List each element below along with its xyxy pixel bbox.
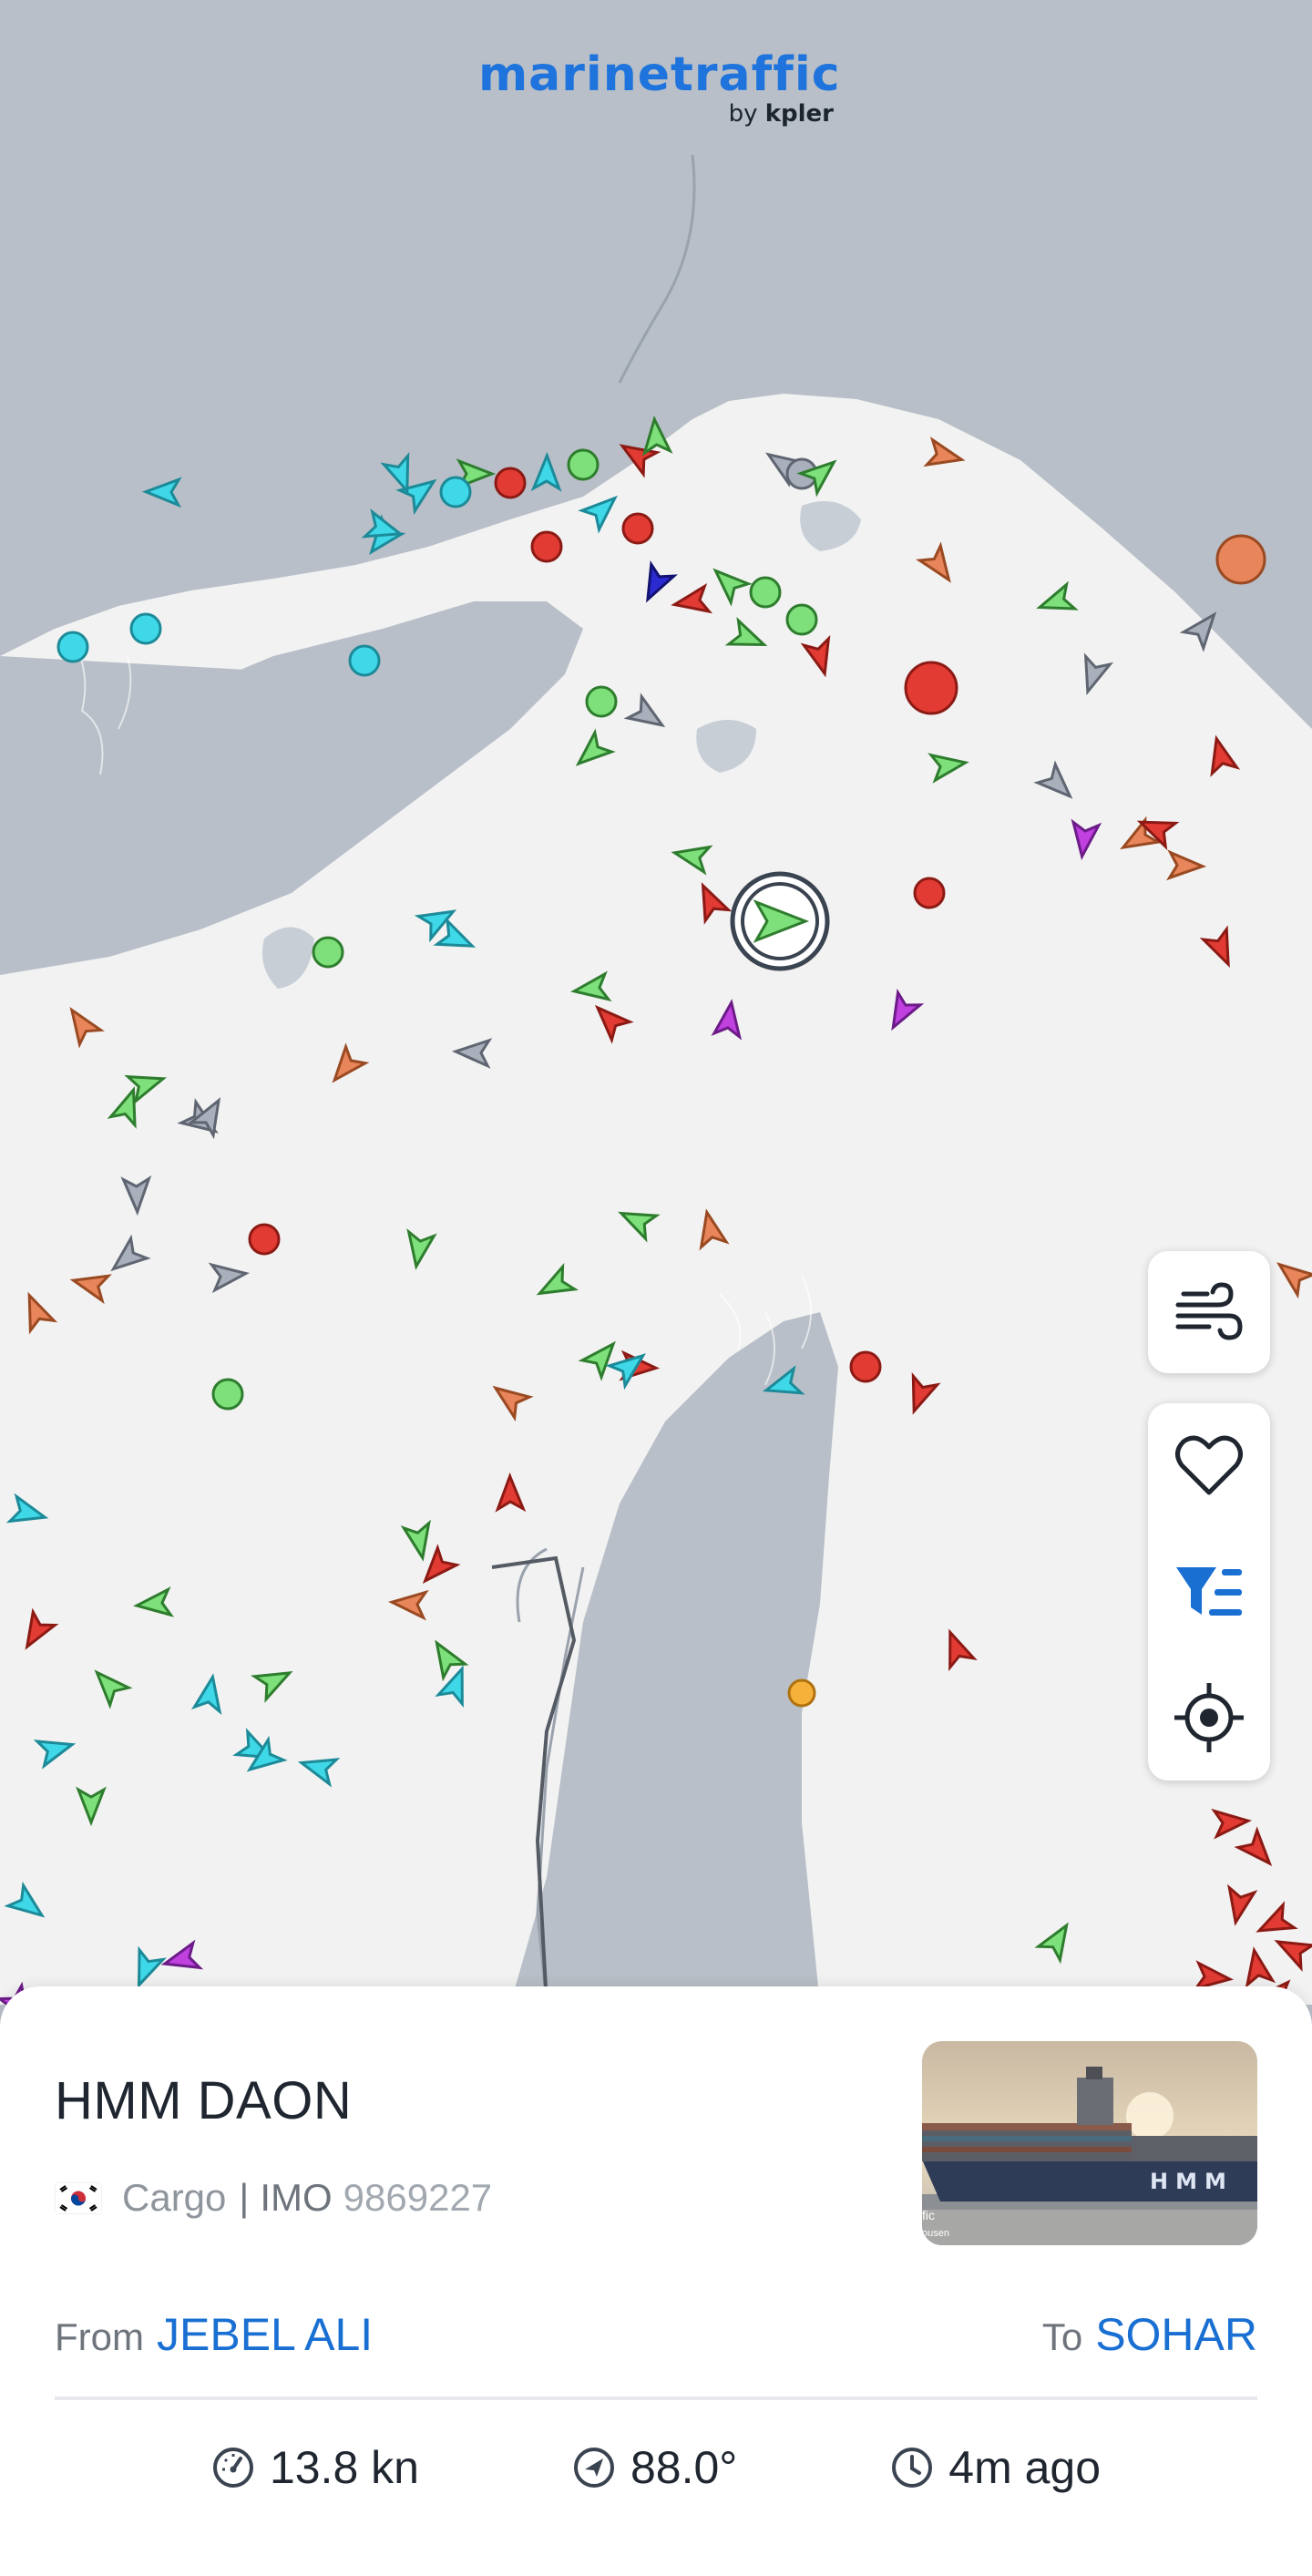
clock-icon: [892, 2448, 933, 2488]
last-update-value: 4m ago: [948, 2442, 1102, 2493]
logo-main-text: marinetraffic: [478, 47, 841, 102]
vessel-stats: 13.8 kn 88.0° 4m ago: [0, 2431, 1312, 2504]
vessel-name: HMM DAON: [55, 2071, 353, 2130]
speedometer-icon: [212, 2448, 253, 2488]
vessel-meta: Cargo | IMO 9869227: [55, 2176, 492, 2220]
vessel-dot[interactable]: [56, 631, 89, 663]
vessel-dot-large[interactable]: [1215, 534, 1266, 585]
vessel-dot[interactable]: [849, 1350, 882, 1383]
vessel-dot[interactable]: [312, 936, 344, 969]
filter-icon: [1176, 1567, 1242, 1616]
meta-separator: |: [239, 2176, 250, 2219]
vessel-dot-large[interactable]: [904, 661, 958, 715]
vessel-dot[interactable]: [913, 877, 946, 909]
vessel-photo[interactable]: HMM fic ousen: [922, 2041, 1257, 2245]
logo-by-text: by: [728, 100, 758, 128]
logo-brand-text: kpler: [764, 100, 834, 128]
crosshair-icon: [1174, 1683, 1244, 1752]
wind-icon: [1175, 1282, 1243, 1340]
vessel-dot[interactable]: [211, 1378, 244, 1411]
vessel-dot-large[interactable]: [787, 1678, 816, 1708]
weather-layer-button[interactable]: [1148, 1251, 1270, 1373]
logo-sub-text: by kpler: [478, 100, 834, 128]
vessel-dot[interactable]: [785, 603, 818, 636]
speed-value: 13.8 kn: [269, 2442, 419, 2493]
heart-icon: [1175, 1435, 1243, 1495]
to-port: SOHAR: [1095, 2309, 1257, 2360]
vessel-dot[interactable]: [248, 1223, 281, 1256]
vessel-dot[interactable]: [530, 530, 563, 563]
route-from[interactable]: From JEBEL ALI: [55, 2308, 373, 2361]
photo-brand-text: HMM: [1150, 2169, 1234, 2194]
vessel-dot[interactable]: [621, 512, 654, 545]
from-label: From: [55, 2315, 144, 2358]
to-label: To: [1041, 2315, 1083, 2358]
south-korea-flag-icon: [55, 2181, 102, 2214]
last-update-stat: 4m ago: [890, 2441, 1101, 2494]
photo-watermark-2: ousen: [922, 2228, 949, 2239]
marinetraffic-logo: marinetraffic by kpler: [478, 47, 841, 128]
from-port: JEBEL ALI: [157, 2309, 374, 2360]
route-to[interactable]: To SOHAR: [1042, 2308, 1257, 2361]
vessel-map[interactable]: [0, 0, 1312, 2005]
vessel-dot[interactable]: [439, 476, 472, 508]
vessel-dot[interactable]: [129, 612, 162, 645]
map-action-group: [1148, 1403, 1270, 1781]
vessel-dot[interactable]: [348, 644, 381, 677]
my-location-button[interactable]: [1163, 1672, 1255, 1763]
selected-vessel-marker[interactable]: [730, 871, 830, 971]
vessel-dot[interactable]: [567, 448, 600, 481]
course-value: 88.0°: [630, 2442, 738, 2493]
photo-watermark-1: fic: [922, 2208, 935, 2222]
filters-button[interactable]: [1163, 1546, 1255, 1637]
vessel-dot[interactable]: [749, 576, 782, 609]
imo-label: IMO: [260, 2176, 333, 2219]
vessel-info-sheet[interactable]: HMM DAON Cargo | IMO 9869227 HMM fic ous…: [0, 1986, 1312, 2576]
vessel-dot[interactable]: [585, 685, 618, 718]
container-ship-photo: HMM fic ousen: [922, 2041, 1257, 2245]
course-stat: 88.0°: [572, 2441, 737, 2494]
vessel-type: Cargo: [122, 2176, 227, 2219]
vessel-dot[interactable]: [494, 467, 527, 499]
route-divider: [55, 2396, 1257, 2400]
speed-stat: 13.8 kn: [211, 2441, 419, 2494]
navigation-arrow-icon: [573, 2448, 614, 2488]
vessel-route: From JEBEL ALI To SOHAR: [55, 2298, 1257, 2371]
favorites-button[interactable]: [1163, 1421, 1255, 1512]
imo-number: 9869227: [343, 2176, 493, 2219]
